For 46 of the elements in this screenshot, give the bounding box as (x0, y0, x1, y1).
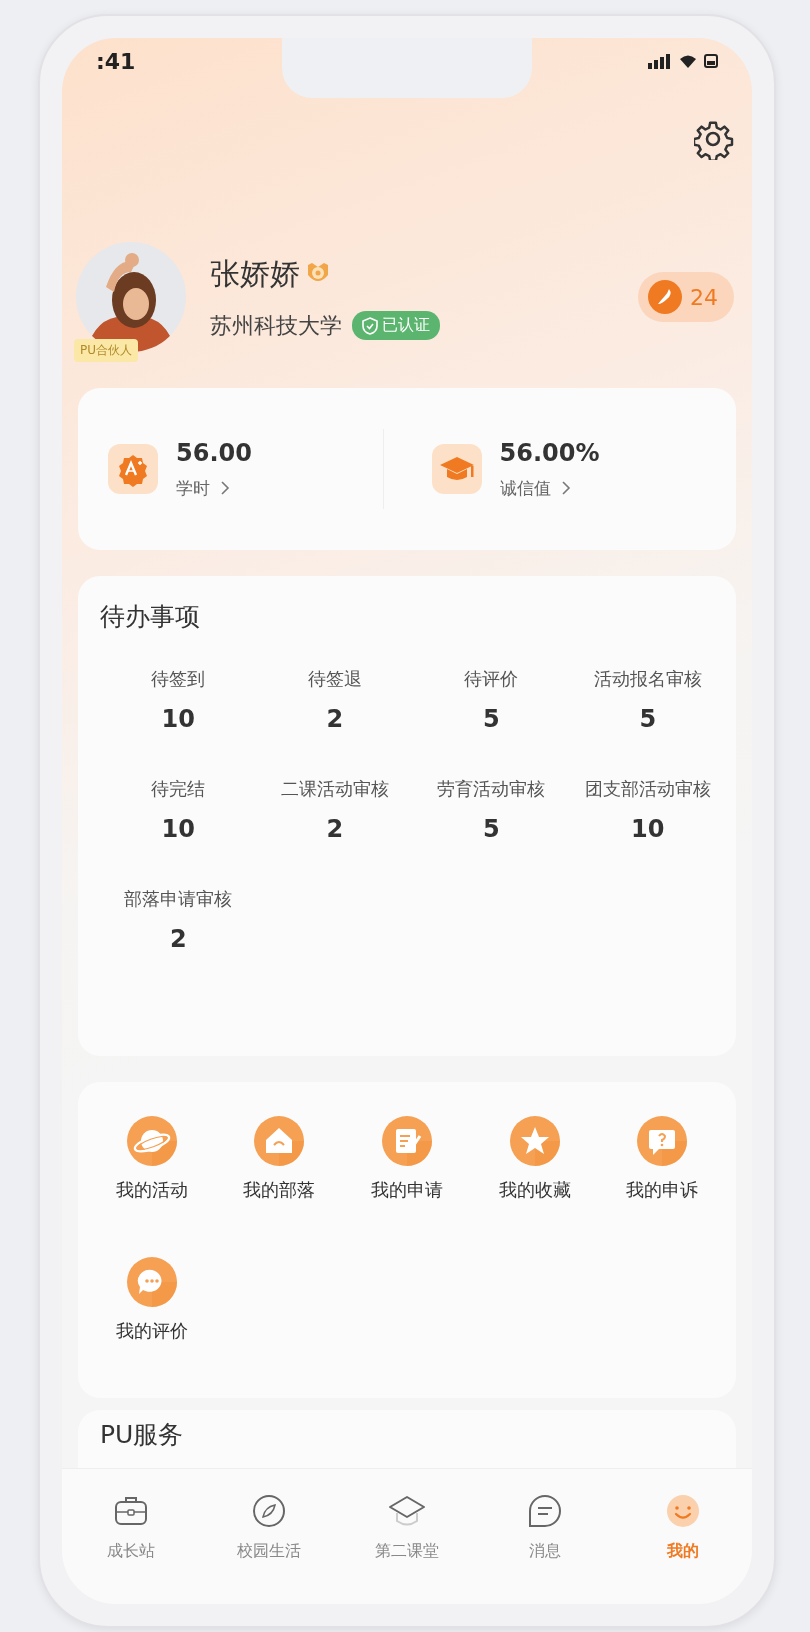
chevron-icon (220, 480, 230, 496)
section-title: 待办事项 (100, 601, 201, 633)
todo-item[interactable]: 待完结 10 (151, 777, 206, 843)
partner-badge: PU合伙人 (74, 339, 139, 362)
todo-item[interactable]: 待签到 10 (151, 667, 206, 733)
user-name: 张娇娇 (210, 254, 300, 293)
settings-icon[interactable] (694, 120, 734, 160)
shortcut-item[interactable]: 我的收藏 (470, 1116, 599, 1227)
planet-icon (126, 1116, 177, 1166)
form-icon (382, 1116, 432, 1166)
status-time: :41 (96, 48, 136, 74)
verified-label: 已认证 (382, 315, 430, 336)
graduation-cap-icon (431, 444, 482, 494)
signal-icon (648, 53, 672, 69)
todo-item[interactable]: 活动报名审核 5 (593, 667, 702, 733)
shortcut-item[interactable]: 我的活动 (88, 1116, 216, 1227)
chevron-icon (560, 480, 571, 496)
tab-item[interactable]: 成长站 (76, 1491, 186, 1604)
wifi-icon (678, 53, 698, 69)
chat-icon (126, 1257, 177, 1307)
todo-item[interactable]: 二课活动审核 2 (280, 777, 389, 843)
shield-icon (362, 316, 378, 335)
todo-item[interactable]: 部落申请审核 2 (124, 887, 233, 953)
battery-icon (704, 53, 718, 69)
shortcut-item[interactable]: 我的部落 (215, 1116, 344, 1227)
stat-link[interactable]: 学时 (176, 476, 252, 500)
school-name: 苏州科技大学 (210, 311, 342, 340)
stat-value: 56.00% (499, 438, 600, 467)
coin-count: 24 (690, 284, 718, 310)
house-icon (254, 1116, 305, 1166)
todo-item[interactable]: 待签退 2 (307, 667, 362, 733)
badge-icon (108, 444, 158, 494)
stat-value: 56.00 (176, 438, 252, 467)
tab-item[interactable]: 校园生活 (214, 1491, 324, 1604)
section-title: PU服务 (100, 1419, 185, 1451)
tab-item[interactable]: 第二课堂 (352, 1491, 462, 1604)
stat-link[interactable]: 诚信值 (499, 476, 600, 500)
tab-item[interactable]: 消息 (490, 1491, 600, 1604)
todo-item[interactable]: 团支部活动审核 10 (584, 777, 711, 843)
shortcut-item[interactable]: 我的评价 (88, 1257, 216, 1368)
question-icon (637, 1116, 688, 1166)
todo-item[interactable]: 待评价 5 (464, 667, 519, 733)
shortcut-item[interactable]: 我的申诉 (598, 1116, 726, 1227)
bean-icon (648, 280, 682, 314)
shortcut-item[interactable]: 我的申请 (343, 1116, 471, 1227)
todo-item[interactable]: 劳育活动审核 5 (437, 777, 546, 843)
